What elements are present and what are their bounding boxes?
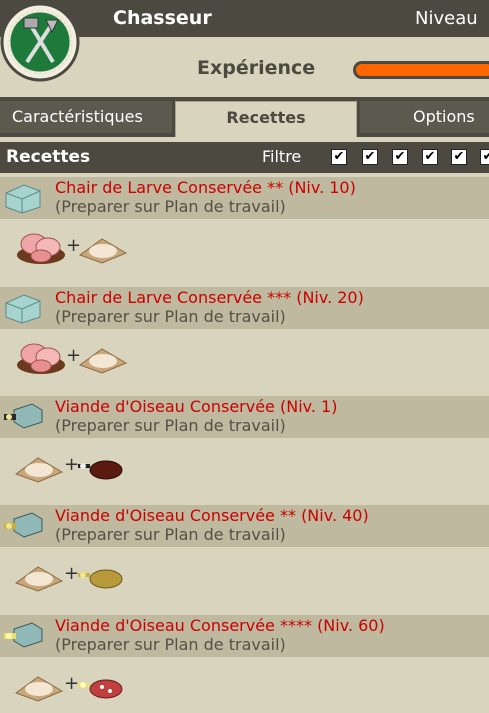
bird-meat-icon [78,569,123,589]
ingredient-list: + [14,448,214,488]
job-name: Chasseur [113,7,212,29]
box-icon [5,184,41,214]
recipe-header: Chair de Larve Conservée *** (Niv. 20) (… [0,287,489,329]
recipe-workbench: (Preparer sur Plan de travail) [55,197,286,216]
level-label: Niveau [415,8,478,29]
filter-checkbox[interactable]: ✔ [480,149,489,165]
experience-label: Expérience [197,57,316,79]
recipe-name: Viande d'Oiseau Conservée **** (Niv. 60) [55,616,385,635]
ingredient-list: + [14,667,214,707]
experience-bar-fill [356,64,489,76]
filter-checkbox[interactable]: ✔ [422,149,438,165]
ingredient-list: + [14,229,214,269]
salt-icon [14,676,64,702]
bird-meat-box-icon [4,403,43,429]
recipe-workbench: (Preparer sur Plan de travail) [55,416,286,435]
job-header: Chasseur Niveau Expérience [0,0,489,97]
tab-caracteristiques[interactable]: Caractéristiques [0,101,172,133]
filter-checkbox[interactable]: ✔ [331,149,347,165]
ingredient-list: + [14,557,214,597]
box-icon [5,294,41,324]
recipe-name: Viande d'Oiseau Conservée (Niv. 1) [55,397,338,416]
salt-icon [78,348,128,374]
tab-options[interactable]: Options [360,101,489,133]
filter-label: Filtre [262,147,302,166]
salt-icon [14,457,64,483]
salt-icon [14,566,64,592]
recipe-header: Viande d'Oiseau Conservée **** (Niv. 60)… [0,615,489,657]
tab-bar: Caractéristiques Recettes Options [0,97,489,137]
recipe-name: Viande d'Oiseau Conservée ** (Niv. 40) [55,506,369,525]
larva-meat-icon [17,343,65,374]
larva-meat-icon [17,233,65,264]
recipe-workbench: (Preparer sur Plan de travail) [55,307,286,326]
section-title: Recettes [6,147,91,167]
experience-bar [353,61,489,79]
filter-checkbox[interactable]: ✔ [362,149,378,165]
salt-icon [78,238,128,264]
filter-checkbox[interactable]: ✔ [392,149,408,165]
recipe-header: Chair de Larve Conservée ** (Niv. 10) (P… [0,177,489,219]
bird-meat-box-icon [4,622,43,648]
bird-meat-box-icon [4,512,43,538]
recipe-name: Chair de Larve Conservée ** (Niv. 10) [55,178,356,197]
recipe-header: Viande d'Oiseau Conservée (Niv. 1) (Prep… [0,396,489,438]
recipe-header: Viande d'Oiseau Conservée ** (Niv. 40) (… [0,505,489,547]
ingredient-list: + [14,339,214,379]
bird-meat-icon [78,460,123,480]
recipes-header: Recettes Filtre ✔ ✔ ✔ ✔ ✔ ✔ [0,142,489,173]
recipe-workbench: (Preparer sur Plan de travail) [55,525,286,544]
bird-meat-icon [78,679,123,699]
recipe-name: Chair de Larve Conservée *** (Niv. 20) [55,288,364,307]
hunter-emblem-icon [0,2,80,82]
recipe-workbench: (Preparer sur Plan de travail) [55,635,286,654]
tab-recettes[interactable]: Recettes [175,101,357,137]
filter-checkbox[interactable]: ✔ [451,149,467,165]
